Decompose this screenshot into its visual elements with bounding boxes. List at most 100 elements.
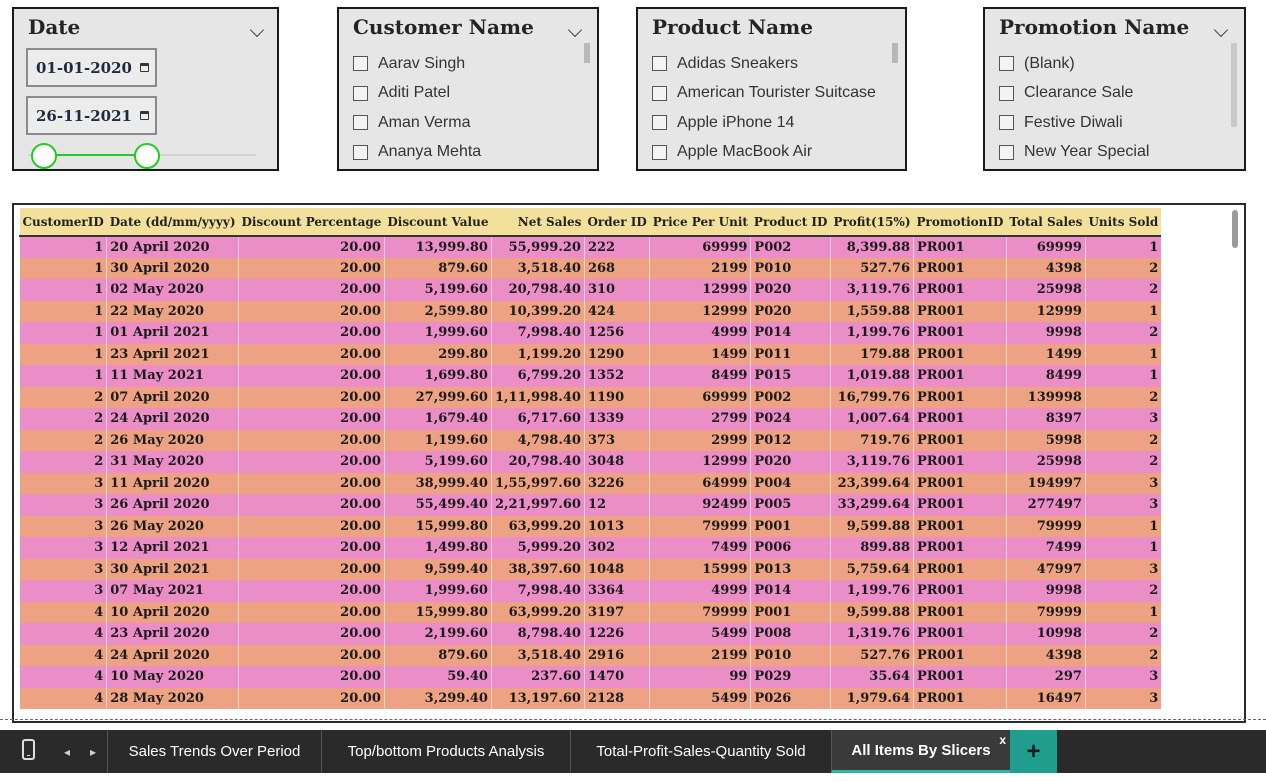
- table-cell: PR001: [913, 343, 1007, 365]
- table-cell: 59.40: [383, 666, 492, 688]
- checkbox[interactable]: [999, 85, 1014, 101]
- table-row[interactable]: 3 30 April 2021 20.00 9,599.40 38,397.60 1048…: [18, 558, 1162, 580]
- list-item[interactable]: Ananya Mehta: [353, 138, 481, 168]
- table-cell: 1: [18, 365, 107, 387]
- table-cell: 20.00: [238, 429, 385, 451]
- chevron-down-icon[interactable]: [249, 22, 265, 38]
- range-start-handle[interactable]: [31, 143, 57, 169]
- end-date-input[interactable]: 26-11-2021: [26, 96, 157, 135]
- column-header[interactable]: PromotionID: [913, 208, 1007, 237]
- list-item[interactable]: Aditi Patel: [353, 79, 481, 109]
- table-cell: 3: [18, 580, 107, 602]
- status-strip: [0, 773, 1266, 781]
- table-cell: PR001: [913, 623, 1007, 645]
- list-item[interactable]: American Tourister Suitcase: [652, 79, 876, 109]
- checkbox[interactable]: [999, 56, 1014, 72]
- checkbox[interactable]: [353, 56, 368, 72]
- checkbox[interactable]: [353, 144, 368, 160]
- scrollbar[interactable]: [892, 43, 898, 63]
- table-cell: 3: [18, 472, 107, 494]
- table-row[interactable]: 4 23 April 2020 20.00 2,199.60 8,798.40 1226 5…: [18, 623, 1162, 645]
- checkbox[interactable]: [353, 85, 368, 101]
- table-row[interactable]: 2 07 April 2020 20.00 27,999.60 1,11,998.40 1…: [18, 386, 1162, 408]
- calendar-icon[interactable]: [140, 63, 149, 72]
- prev-page-icon[interactable]: ◂: [58, 730, 76, 773]
- table-row[interactable]: 3 07 May 2021 20.00 1,999.60 7,998.40 3364 499…: [18, 580, 1162, 602]
- tab-label: Sales Trends Over Period: [128, 743, 301, 760]
- column-header[interactable]: Units Sold: [1085, 208, 1162, 237]
- column-header[interactable]: Product ID: [750, 208, 831, 237]
- list-item[interactable]: Apple iPhone 14: [652, 108, 876, 138]
- chevron-down-icon[interactable]: [567, 22, 583, 38]
- checkbox[interactable]: [652, 56, 667, 72]
- checkbox[interactable]: [652, 85, 667, 101]
- column-header[interactable]: Discount Percentage: [238, 208, 385, 237]
- list-item[interactable]: Adidas Sneakers: [652, 49, 876, 79]
- range-end-handle[interactable]: [133, 143, 160, 169]
- scrollbar[interactable]: [1231, 43, 1237, 127]
- table-row[interactable]: 1 02 May 2020 20.00 5,199.60 20,798.40 310 129…: [18, 279, 1162, 301]
- column-header[interactable]: Order ID: [584, 208, 650, 237]
- table-row[interactable]: 2 31 May 2020 20.00 5,199.60 20,798.40 3048 12…: [18, 451, 1162, 473]
- column-header[interactable]: Discount Value: [384, 208, 492, 237]
- table-row[interactable]: 4 28 May 2020 20.00 3,299.40 13,197.60 2128 54…: [18, 687, 1162, 709]
- column-header[interactable]: Net Sales: [491, 208, 585, 237]
- column-header[interactable]: CustomerID: [19, 208, 107, 237]
- calendar-icon[interactable]: [140, 111, 149, 120]
- checkbox[interactable]: [652, 144, 667, 160]
- table-row[interactable]: 3 26 April 2020 20.00 55,499.40 2,21,997.60 1…: [18, 494, 1162, 516]
- table-row[interactable]: 4 10 May 2020 20.00 59.40 237.60 1470 99 P029 35…: [18, 666, 1162, 688]
- table-row[interactable]: 1 11 May 2021 20.00 1,699.80 6,799.20 1352 849…: [18, 365, 1162, 387]
- table-row[interactable]: 4 10 April 2020 20.00 15,999.80 63,999.20 319…: [18, 601, 1162, 623]
- table-row[interactable]: 3 12 April 2021 20.00 1,499.80 5,999.20 302 74…: [18, 537, 1162, 559]
- list-item[interactable]: (Blank): [999, 49, 1149, 79]
- table-cell: 268: [583, 257, 650, 279]
- mobile-layout-icon[interactable]: [22, 739, 35, 760]
- chevron-down-icon[interactable]: [1213, 22, 1229, 38]
- table-cell: 38,999.40: [383, 472, 492, 494]
- list-item[interactable]: Apple MacBook Air: [652, 138, 876, 168]
- table-cell: 2,21,997.60: [490, 494, 585, 516]
- table-cell: 20.00: [238, 644, 385, 666]
- column-header[interactable]: Price Per Unit: [649, 208, 751, 237]
- table-row[interactable]: 1 20 April 2020 20.00 13,999.80 55,999.20 222…: [18, 236, 1162, 258]
- item-label: Aditi Patel: [378, 84, 451, 102]
- list-item[interactable]: Clearance Sale: [999, 79, 1149, 109]
- column-header[interactable]: Date (dd/mm/yyyy): [106, 208, 239, 237]
- start-date-input[interactable]: 01-01-2020: [26, 48, 157, 87]
- tab-top-bottom-products[interactable]: Top/bottom Products Analysis: [321, 730, 570, 773]
- table-row[interactable]: 4 24 April 2020 20.00 879.60 3,518.40 2916 219…: [18, 644, 1162, 666]
- add-page-button[interactable]: +: [1010, 730, 1057, 773]
- column-header[interactable]: Profit(15%): [830, 208, 914, 237]
- table-cell: 7499: [649, 537, 751, 559]
- tab-total-profit-sales[interactable]: Total-Profit-Sales-Quantity Sold: [570, 730, 831, 773]
- table-cell: 9998: [1005, 580, 1086, 602]
- table-row[interactable]: 3 26 May 2020 20.00 15,999.80 63,999.20 1013 7…: [18, 515, 1162, 537]
- tab-label: All Items By Slicers: [851, 741, 991, 759]
- list-item[interactable]: New Year Special: [999, 138, 1149, 168]
- table-row[interactable]: 1 01 April 2021 20.00 1,999.60 7,998.40 1256 4…: [18, 322, 1162, 344]
- list-item[interactable]: Aman Verma: [353, 108, 481, 138]
- checkbox[interactable]: [353, 115, 368, 131]
- checkbox[interactable]: [652, 115, 667, 131]
- table-row[interactable]: 1 30 April 2020 20.00 879.60 3,518.40 268 2199…: [18, 257, 1162, 279]
- column-header[interactable]: Total Sales: [1006, 208, 1086, 237]
- tab-sales-trends[interactable]: Sales Trends Over Period: [107, 730, 321, 773]
- checkbox[interactable]: [999, 144, 1014, 160]
- list-item[interactable]: Festive Diwali: [999, 108, 1149, 138]
- table-row[interactable]: 1 22 May 2020 20.00 2,599.80 10,399.20 424 129…: [18, 300, 1162, 322]
- table-cell: 2: [18, 429, 107, 451]
- table-row[interactable]: 2 26 May 2020 20.00 1,199.60 4,798.40 373 2999…: [18, 429, 1162, 451]
- tab-all-items-by-slicers[interactable]: All Items By Slicers x: [831, 730, 1010, 773]
- table-cell: 10998: [1005, 623, 1086, 645]
- table-row[interactable]: 3 11 April 2020 20.00 38,999.40 1,55,997.60 3…: [18, 472, 1162, 494]
- table-row[interactable]: 1 23 April 2021 20.00 299.80 1,199.20 1290 149…: [18, 343, 1162, 365]
- table-row[interactable]: 2 24 April 2020 20.00 1,679.40 6,717.60 1339 2…: [18, 408, 1162, 430]
- close-icon[interactable]: x: [999, 733, 1006, 747]
- next-page-icon[interactable]: ▸: [84, 730, 102, 773]
- checkbox[interactable]: [999, 115, 1014, 131]
- list-item[interactable]: Aarav Singh: [353, 49, 481, 79]
- table-scrollbar[interactable]: [1232, 210, 1238, 248]
- item-label: Apple iPhone 14: [677, 113, 795, 131]
- scrollbar[interactable]: [584, 43, 590, 63]
